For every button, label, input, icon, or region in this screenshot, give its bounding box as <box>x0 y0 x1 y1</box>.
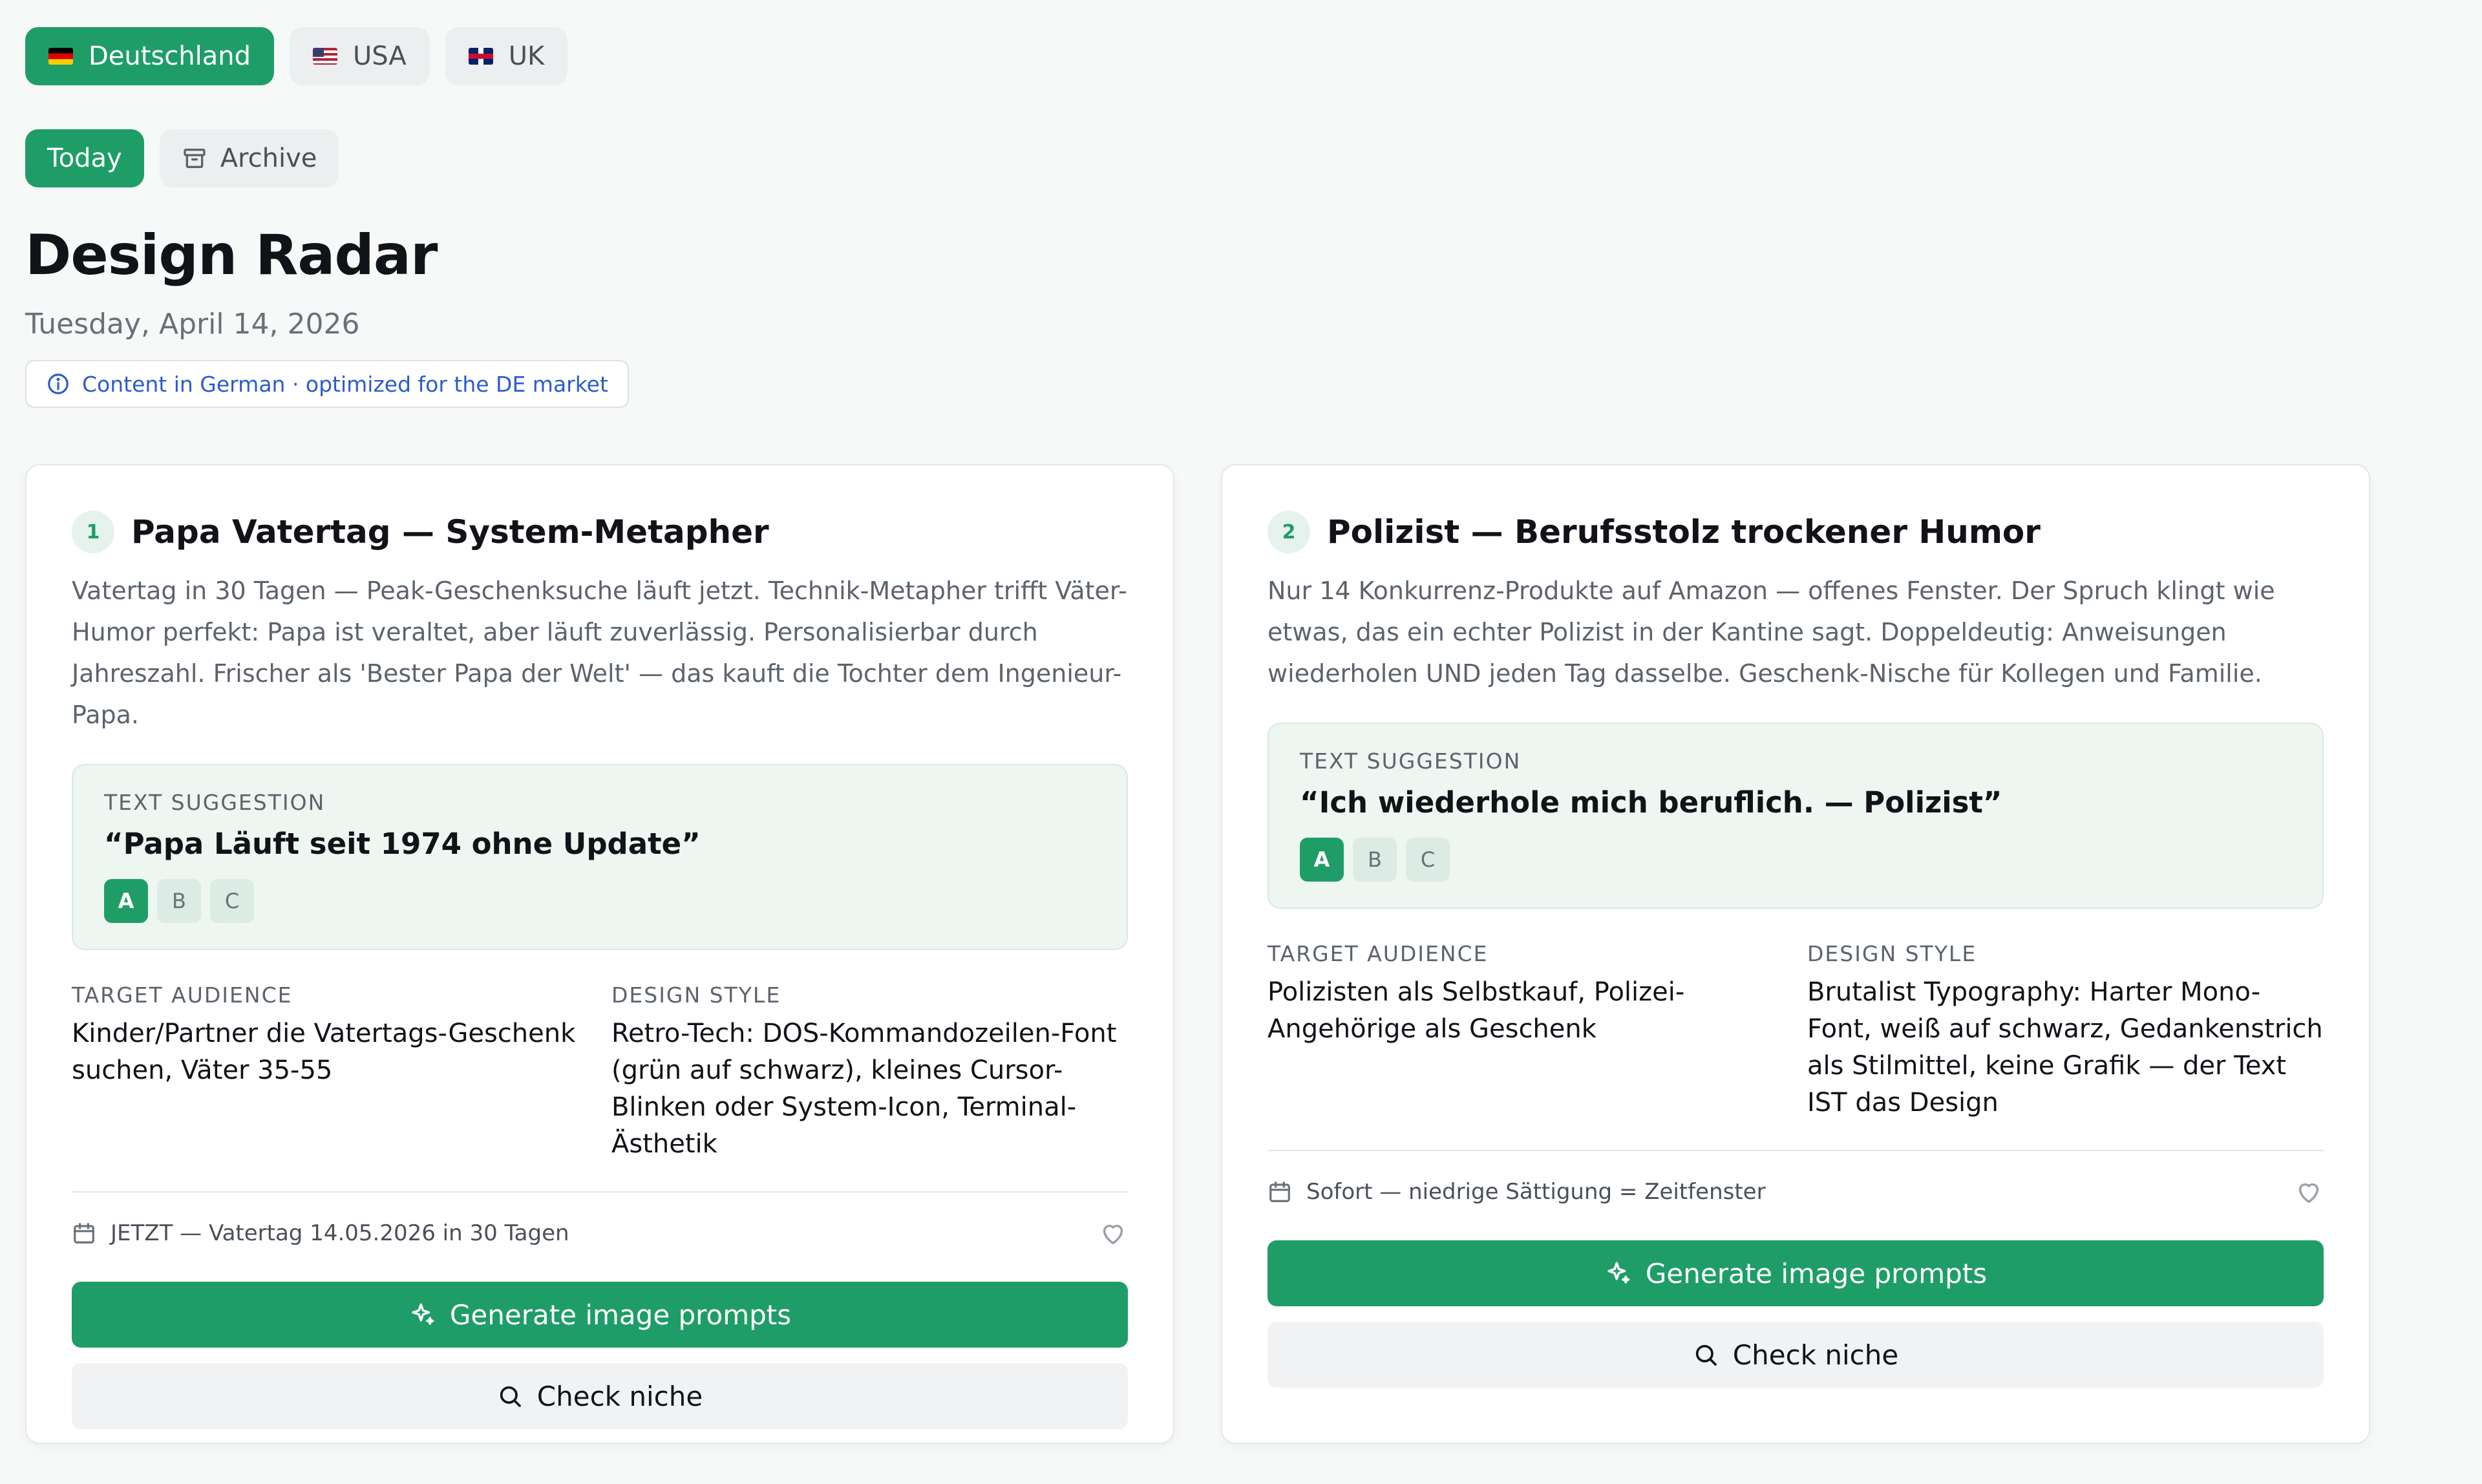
idea-card: 1 Papa Vatertag — System-Metapher Vatert… <box>25 464 1174 1444</box>
design-style-label: DESIGN STYLE <box>611 982 781 1008</box>
variant-a-button[interactable]: A <box>104 879 148 923</box>
variant-selector: A B C <box>1300 838 2291 882</box>
variant-b-button[interactable]: B <box>1353 838 1397 882</box>
page-date: Tuesday, April 14, 2026 <box>25 308 360 341</box>
timing-info: JETZT — Vatertag 14.05.2026 in 30 Tagen <box>72 1220 569 1246</box>
page-title: Design Radar <box>25 223 438 288</box>
text-suggestion-label: TEXT SUGGESTION <box>1300 748 1522 774</box>
idea-card: 2 Polizist — Berufsstolz trockener Humor… <box>1221 464 2370 1444</box>
card-description: Vatertag in 30 Tagen — Peak-Geschenksuch… <box>72 577 1127 729</box>
tab-label: Archive <box>220 143 317 173</box>
variant-a-button[interactable]: A <box>1300 838 1344 882</box>
design-style: DESIGN STYLE Retro-Tech: DOS-Kommandozei… <box>611 982 1128 1163</box>
target-audience-value: Kinder/Partner die Vatertags-Geschenk su… <box>72 1019 576 1085</box>
design-style: DESIGN STYLE Brutalist Typography: Harte… <box>1807 941 2324 1121</box>
search-icon <box>497 1383 523 1409</box>
country-selector: Deutschland USA UK <box>25 27 2457 85</box>
design-style-label: DESIGN STYLE <box>1807 941 1977 966</box>
timing-row: Sofort — niedrige Sättigung = Zeitfenste… <box>1268 1177 2324 1207</box>
tab-label: Today <box>47 143 122 173</box>
target-audience: TARGET AUDIENCE Polizisten als Selbstkau… <box>1268 941 1807 1121</box>
uk-flag-icon <box>468 48 493 65</box>
card-title: Papa Vatertag — System-Metapher <box>131 513 769 551</box>
generate-image-prompts-button[interactable]: Generate image prompts <box>72 1282 1128 1348</box>
card-header: 2 Polizist — Berufsstolz trockener Humor <box>1268 511 2324 553</box>
country-label: UK <box>508 41 545 71</box>
target-audience-value: Polizisten als Selbstkauf, Polizei-Angeh… <box>1268 977 1685 1044</box>
timing-row: JETZT — Vatertag 14.05.2026 in 30 Tagen <box>72 1218 1128 1248</box>
generate-image-prompts-button[interactable]: Generate image prompts <box>1268 1240 2324 1306</box>
timing-info: Sofort — niedrige Sättigung = Zeitfenste… <box>1268 1179 1766 1205</box>
button-label: Check niche <box>1732 1339 1899 1371</box>
idea-card-list: 1 Papa Vatertag — System-Metapher Vatert… <box>25 464 2370 1444</box>
button-label: Generate image prompts <box>1645 1257 1988 1289</box>
archive-icon <box>182 145 207 171</box>
button-label: Check niche <box>536 1380 703 1412</box>
card-title: Polizist — Berufsstolz trockener Humor <box>1327 513 2041 551</box>
text-suggestion-box: TEXT SUGGESTION “Papa Läuft seit 1974 oh… <box>72 764 1128 950</box>
card-number: 1 <box>72 511 114 553</box>
country-pill-deutschland[interactable]: Deutschland <box>25 27 274 85</box>
german-flag-icon <box>48 48 73 65</box>
text-suggestion-label: TEXT SUGGESTION <box>104 790 326 815</box>
country-pill-uk[interactable]: UK <box>445 27 568 85</box>
sparkle-icon <box>1604 1260 1631 1287</box>
notice-text: Content in German · optimized for the DE… <box>82 371 608 397</box>
design-style-value: Retro-Tech: DOS-Kommandozeilen-Font (grü… <box>611 1019 1117 1159</box>
card-number: 2 <box>1268 511 1310 553</box>
timing-text: JETZT — Vatertag 14.05.2026 in 30 Tagen <box>111 1220 569 1246</box>
target-audience: TARGET AUDIENCE Kinder/Partner die Vater… <box>72 982 611 1163</box>
design-style-value: Brutalist Typography: Harter Mono-Font, … <box>1807 977 2323 1118</box>
favorite-heart-icon[interactable] <box>1098 1218 1128 1248</box>
favorite-heart-icon[interactable] <box>2294 1177 2324 1207</box>
calendar-icon <box>1268 1180 1292 1204</box>
country-pill-usa[interactable]: USA <box>290 27 430 85</box>
language-notice: Content in German · optimized for the DE… <box>25 360 629 408</box>
text-suggestion-value: “Papa Läuft seit 1974 ohne Update” <box>104 827 701 861</box>
check-niche-button[interactable]: Check niche <box>1268 1322 2324 1388</box>
divider <box>1268 1150 2324 1151</box>
card-header: 1 Papa Vatertag — System-Metapher <box>72 511 1128 553</box>
target-audience-label: TARGET AUDIENCE <box>1268 941 1489 966</box>
card-description: Nur 14 Konkurrenz-Produkte auf Amazon — … <box>1268 577 2275 688</box>
country-label: USA <box>353 41 407 71</box>
variant-selector: A B C <box>104 879 1096 923</box>
check-niche-button[interactable]: Check niche <box>72 1363 1128 1429</box>
search-icon <box>1693 1342 1719 1368</box>
sparkle-icon <box>408 1301 436 1328</box>
timing-text: Sofort — niedrige Sättigung = Zeitfenste… <box>1306 1179 1766 1205</box>
card-meta: TARGET AUDIENCE Polizisten als Selbstkau… <box>1268 941 2324 1121</box>
tab-today[interactable]: Today <box>25 129 144 187</box>
view-tabs: Today Archive <box>25 129 2457 187</box>
info-icon <box>46 372 70 396</box>
variant-c-button[interactable]: C <box>1406 838 1450 882</box>
text-suggestion-value: “Ich wiederhole mich beruflich. — Polizi… <box>1300 785 2002 820</box>
target-audience-label: TARGET AUDIENCE <box>72 982 293 1008</box>
variant-b-button[interactable]: B <box>157 879 201 923</box>
card-meta: TARGET AUDIENCE Kinder/Partner die Vater… <box>72 982 1128 1163</box>
country-label: Deutschland <box>89 41 251 71</box>
us-flag-icon <box>313 48 337 65</box>
variant-c-button[interactable]: C <box>210 879 254 923</box>
divider <box>72 1191 1128 1192</box>
tab-archive[interactable]: Archive <box>159 129 339 187</box>
button-label: Generate image prompts <box>449 1298 792 1331</box>
calendar-icon <box>72 1221 96 1246</box>
text-suggestion-box: TEXT SUGGESTION “Ich wiederhole mich ber… <box>1268 723 2324 909</box>
